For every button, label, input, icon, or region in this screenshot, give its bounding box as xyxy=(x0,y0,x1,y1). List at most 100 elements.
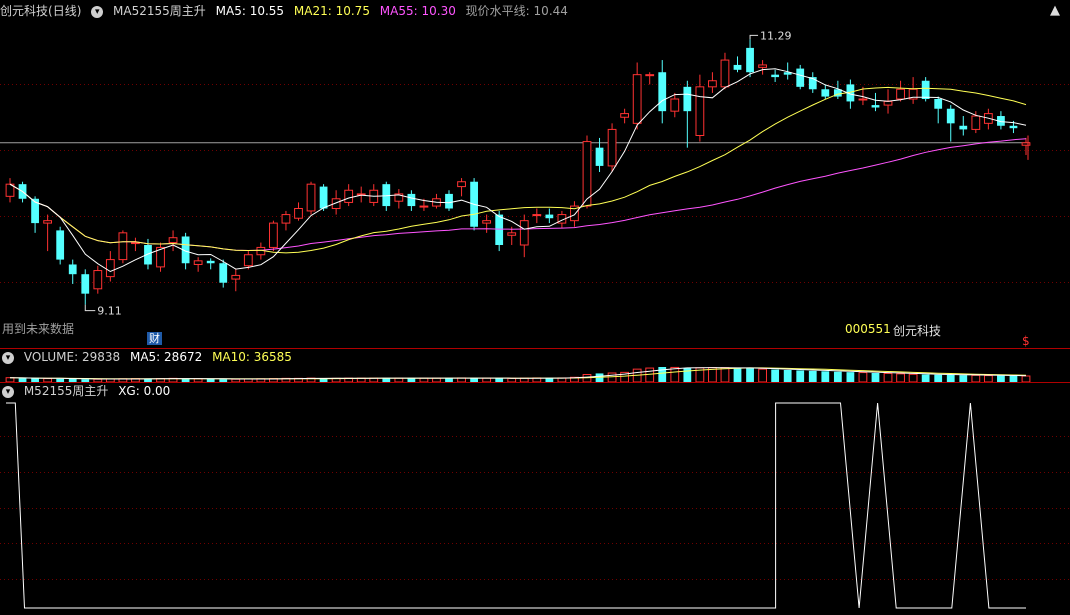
candle-body xyxy=(419,205,429,208)
candle-body xyxy=(821,89,830,97)
candle-body xyxy=(306,183,316,212)
candle-body xyxy=(959,125,968,130)
xg-readout: XG: 0.00 xyxy=(118,384,170,398)
volume-readout: VOLUME: 29838 xyxy=(24,350,120,364)
vol-ma10-label: MA10: xyxy=(212,350,250,364)
candle-body xyxy=(81,274,90,294)
volume-chart[interactable] xyxy=(0,366,1070,382)
volume-bar xyxy=(934,374,943,382)
stock-name-label: 创元科技 xyxy=(893,324,942,338)
xg-value: 0.00 xyxy=(143,384,171,398)
volume-bar xyxy=(896,373,905,382)
candle-body xyxy=(206,260,215,264)
candle-body xyxy=(771,74,780,78)
vol-ma5-readout: MA5: 28672 xyxy=(130,350,202,364)
candle-body xyxy=(507,232,517,236)
ma21-label: MA21: xyxy=(293,4,332,18)
candle-body xyxy=(971,115,981,130)
candle-body xyxy=(1021,142,1031,146)
vol-ma5-value: 28672 xyxy=(164,350,203,364)
candle-body xyxy=(344,189,354,203)
volume-bar xyxy=(607,372,617,382)
candle-body xyxy=(595,147,604,166)
scroll-up-button[interactable]: ▲ xyxy=(1050,3,1060,18)
volume-value: 29838 xyxy=(81,350,121,364)
candle-body xyxy=(695,86,705,137)
candle-body xyxy=(720,59,730,88)
candle-body xyxy=(683,86,692,112)
ma55-line xyxy=(9,138,1027,252)
candle-body xyxy=(68,264,77,275)
candle-body xyxy=(545,214,554,219)
finance-badge[interactable]: 财 xyxy=(147,332,162,345)
volume-bar xyxy=(758,368,767,382)
candle-body xyxy=(670,98,680,112)
dollar-icon[interactable]: $ xyxy=(1022,334,1030,348)
level-label: 现价水平线: xyxy=(465,4,530,18)
candle-body xyxy=(457,181,466,188)
volume-bar xyxy=(971,374,981,382)
chevron-down-icon[interactable]: ▾ xyxy=(2,351,14,364)
low-marker xyxy=(84,304,96,312)
ma21-readout: MA21: 10.75 xyxy=(294,4,370,18)
period-label: (日线) xyxy=(48,4,82,18)
candle-body xyxy=(105,259,115,278)
candle-body xyxy=(495,214,504,245)
ma5-value: 10.55 xyxy=(249,4,285,18)
xg-chart[interactable] xyxy=(0,400,1070,615)
candle-body xyxy=(658,72,667,112)
volume-bar xyxy=(858,372,868,382)
candle-body xyxy=(946,108,955,124)
indicator-name: MA52155周主升 xyxy=(113,4,206,18)
candle-body xyxy=(93,270,103,290)
ma5-line xyxy=(9,68,1027,273)
volume-bar xyxy=(783,370,792,382)
level-readout: 现价水平线: 10.44 xyxy=(466,4,568,18)
volume-bar xyxy=(821,371,830,382)
ma55-readout: MA55: 10.30 xyxy=(380,4,456,18)
candle-body xyxy=(231,274,241,280)
vol-ma5-label: MA5: xyxy=(129,350,161,364)
candle-body xyxy=(243,254,253,267)
candle-body xyxy=(519,220,529,246)
candle-body xyxy=(407,193,416,207)
ma5-readout: MA5: 10.55 xyxy=(216,4,284,18)
candle-body xyxy=(281,214,291,224)
volume-bar xyxy=(720,367,730,382)
volume-legend: ▾ VOLUME: 29838 MA5: 28672 MA10: 36585 xyxy=(0,348,298,366)
candle-body xyxy=(1009,125,1018,129)
volume-bar xyxy=(908,373,918,382)
chevron-down-icon[interactable]: ▾ xyxy=(2,385,14,398)
high-label: 11.29 xyxy=(760,29,792,42)
ma5-label: MA5: xyxy=(215,4,246,18)
high-marker xyxy=(749,34,759,40)
price-chart[interactable]: 11.29 9.11 xyxy=(0,18,1070,348)
candle-body xyxy=(168,237,178,244)
volume-bar xyxy=(670,366,680,382)
volume-bar xyxy=(645,367,655,382)
candle-body xyxy=(733,64,742,70)
volume-bar xyxy=(733,368,742,382)
candle-body xyxy=(921,80,930,99)
future-data-note: 用到未来数据 xyxy=(2,322,75,336)
volume-label: VOLUME: xyxy=(23,350,79,364)
xg-legend: ▾ M52155周主升 XG: 0.00 xyxy=(0,382,176,400)
level-value: 10.44 xyxy=(533,4,568,18)
vol-ma10-value: 36585 xyxy=(253,350,292,364)
candle-body xyxy=(482,220,492,224)
xg-label: XG: xyxy=(118,384,140,398)
candle-body xyxy=(896,88,905,100)
candle-body xyxy=(532,214,542,217)
candle-body xyxy=(620,113,630,118)
candle-body xyxy=(445,193,453,209)
stock-code: 000551 xyxy=(845,322,891,336)
ma55-label: MA55: xyxy=(379,4,418,18)
candle-body xyxy=(118,232,128,261)
candle-body xyxy=(219,263,228,283)
candle-body xyxy=(193,260,203,265)
volume-bar xyxy=(833,371,842,382)
candle-body xyxy=(645,74,655,77)
candle-body xyxy=(858,98,868,101)
chevron-down-icon[interactable]: ▾ xyxy=(91,5,104,18)
candle-body xyxy=(883,100,893,106)
